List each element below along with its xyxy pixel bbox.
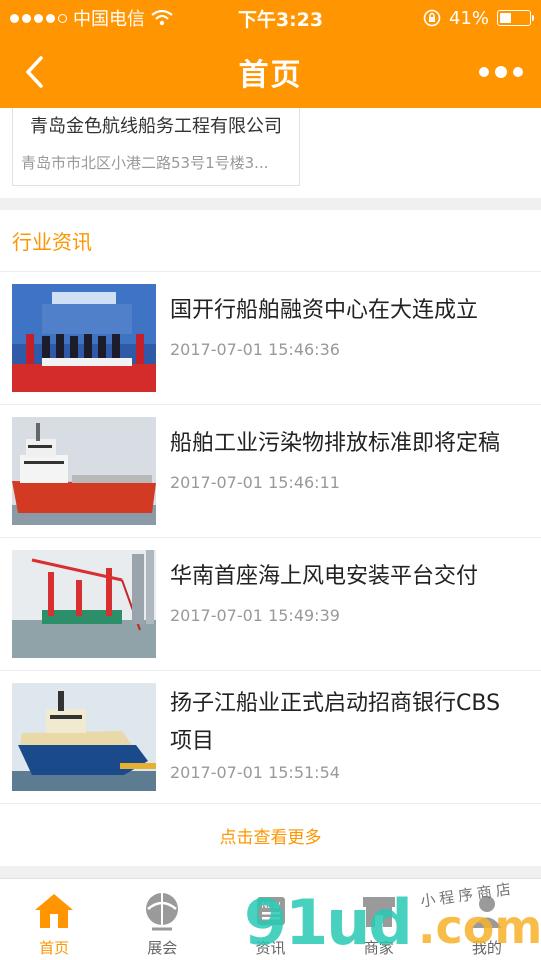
news-title: 船舶工业污染物排放标准即将定稿 — [170, 431, 501, 456]
icebreaker-ship-photo — [12, 683, 156, 791]
signal-strength-icon — [10, 13, 67, 23]
battery-icon — [497, 10, 534, 26]
chevron-left-icon — [26, 56, 43, 88]
rotation-lock-icon — [423, 9, 441, 27]
news-title: 国开行船舶融资中心在大连成立 — [170, 298, 479, 323]
section-title: 行业资讯 — [0, 210, 541, 272]
company-area: 青岛金色航线船务工程有限公司 青岛市市北区小港二路53号1号楼3... — [0, 108, 541, 198]
news-item[interactable]: 船舶工业污染物排放标准即将定稿 2017-07-01 15:46:11 — [0, 405, 541, 538]
wind-platform-photo — [12, 550, 156, 658]
tab-label: 商家 — [363, 939, 394, 957]
news-icon: NEW — [249, 889, 293, 933]
more-dot-icon — [495, 66, 507, 78]
tab-label: 我的 — [471, 939, 502, 957]
status-bar: 中国电信 下午3:23 41% — [0, 0, 541, 36]
status-time: 下午3:23 — [237, 8, 324, 31]
news-text: 国开行船舶融资中心在大连成立 2017-07-01 15:46:36 — [170, 292, 511, 359]
tab-home[interactable]: 首页 — [0, 879, 108, 960]
exhibition-icon — [140, 889, 184, 933]
more-options-button[interactable] — [479, 60, 523, 84]
wifi-icon — [151, 10, 173, 26]
news-time: 2017-07-01 15:51:54 — [170, 763, 340, 782]
news-time: 2017-07-01 15:46:11 — [170, 473, 340, 492]
svg-text:NEW: NEW — [261, 901, 280, 910]
profile-icon — [465, 889, 509, 933]
news-title: 华南首座海上风电安装平台交付 — [170, 564, 479, 589]
news-text: 扬子江船业正式启动招商银行CBS项目 2017-07-01 15:51:54 — [170, 685, 511, 782]
news-text: 华南首座海上风电安装平台交付 2017-07-01 15:49:39 — [170, 558, 511, 625]
company-card[interactable]: 青岛金色航线船务工程有限公司 青岛市市北区小港二路53号1号楼3... — [12, 108, 300, 186]
news-item[interactable]: 国开行船舶融资中心在大连成立 2017-07-01 15:46:36 — [0, 272, 541, 405]
tab-label: 资讯 — [255, 939, 286, 957]
more-dot-icon — [479, 67, 489, 77]
tab-profile[interactable]: 我的 — [433, 879, 541, 960]
signing-ceremony-photo — [12, 284, 156, 392]
home-icon — [32, 889, 76, 933]
news-section: 行业资讯 国开行船舶融资中心在大连成立 2017-07-01 15:46:36 … — [0, 210, 541, 866]
status-right: 41% — [371, 7, 534, 29]
battery-percent: 41% — [448, 7, 489, 29]
red-ship-photo — [12, 417, 156, 525]
news-text: 船舶工业污染物排放标准即将定稿 2017-07-01 15:46:11 — [170, 425, 511, 492]
news-title: 扬子江船业正式启动招商银行CBS项目 — [170, 691, 501, 754]
status-left: 中国电信 — [10, 5, 210, 31]
tab-bar: 首页 展会 NEW 资讯 商家 我的 — [0, 878, 541, 960]
navigation-bar: 首页 — [0, 36, 541, 108]
tab-news[interactable]: NEW 资讯 — [216, 879, 324, 960]
news-time: 2017-07-01 15:46:36 — [170, 340, 340, 359]
carrier-label: 中国电信 — [73, 9, 145, 30]
tab-label: 展会 — [147, 939, 178, 957]
tab-exhibition[interactable]: 展会 — [108, 879, 216, 960]
page-title: 首页 — [238, 58, 303, 93]
tab-label: 首页 — [39, 939, 70, 957]
view-more-link[interactable]: 点击查看更多 — [0, 804, 541, 866]
company-name: 青岛金色航线船务工程有限公司 — [30, 116, 282, 137]
more-dot-icon — [513, 67, 523, 77]
back-button[interactable] — [14, 52, 54, 92]
company-address: 青岛市市北区小港二路53号1号楼3... — [21, 154, 269, 172]
news-item[interactable]: 扬子江船业正式启动招商银行CBS项目 2017-07-01 15:51:54 — [0, 671, 541, 804]
merchant-icon — [357, 889, 401, 933]
news-item[interactable]: 华南首座海上风电安装平台交付 2017-07-01 15:49:39 — [0, 538, 541, 671]
news-time: 2017-07-01 15:49:39 — [170, 606, 340, 625]
tab-merchant[interactable]: 商家 — [325, 879, 433, 960]
